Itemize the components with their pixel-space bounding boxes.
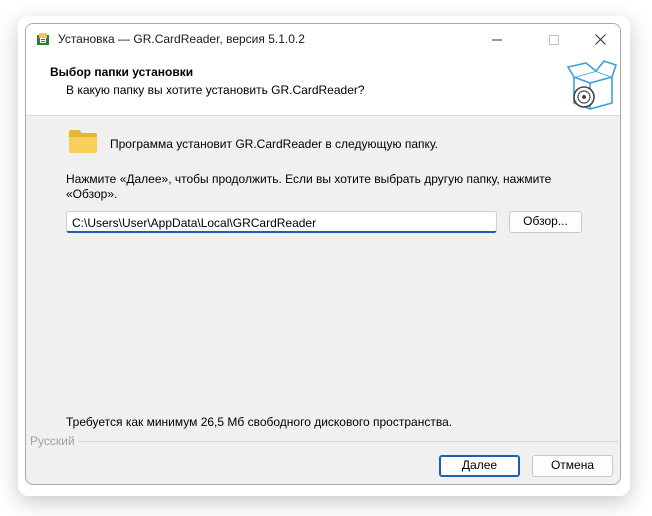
disk-space-text: Требуется как минимум 26,5 Мб свободного… [66,415,453,429]
window-title: Установка — GR.CardReader, версия 5.1.0.… [58,32,305,46]
folder-icon [69,130,97,153]
cancel-button[interactable]: Отмена [532,455,613,477]
page-title: Выбор папки установки [50,65,194,79]
page-subtitle: В какую папку вы хотите установить GR.Ca… [66,83,365,97]
close-button[interactable] [577,24,620,55]
title-bar[interactable]: Установка — GR.CardReader, версия 5.1.0.… [26,24,620,55]
installer-box-cd-icon [566,60,618,110]
browse-button-label: Обзор... [523,214,568,228]
installer-window: Установка — GR.CardReader, версия 5.1.0.… [25,23,621,485]
next-button-label: Далее [461,458,498,472]
maximize-icon [549,34,559,45]
cancel-button-label: Отмена [550,458,595,472]
browse-button[interactable]: Обзор... [509,211,582,233]
language-label: Русский [30,434,78,448]
maximize-button [531,24,577,55]
minimize-icon [492,39,502,40]
intro-text: Программа установит GR.CardReader в след… [110,137,439,151]
footer-divider [78,441,618,442]
header-panel: Выбор папки установки В какую папку вы х… [26,55,620,116]
instruction-text: Нажмите «Далее», чтобы продолжить. Если … [66,172,552,201]
minimize-button[interactable] [474,24,520,55]
close-icon [594,34,606,45]
install-path-input[interactable] [66,211,497,233]
app-icon [37,33,49,45]
next-button[interactable]: Далее [439,455,520,477]
